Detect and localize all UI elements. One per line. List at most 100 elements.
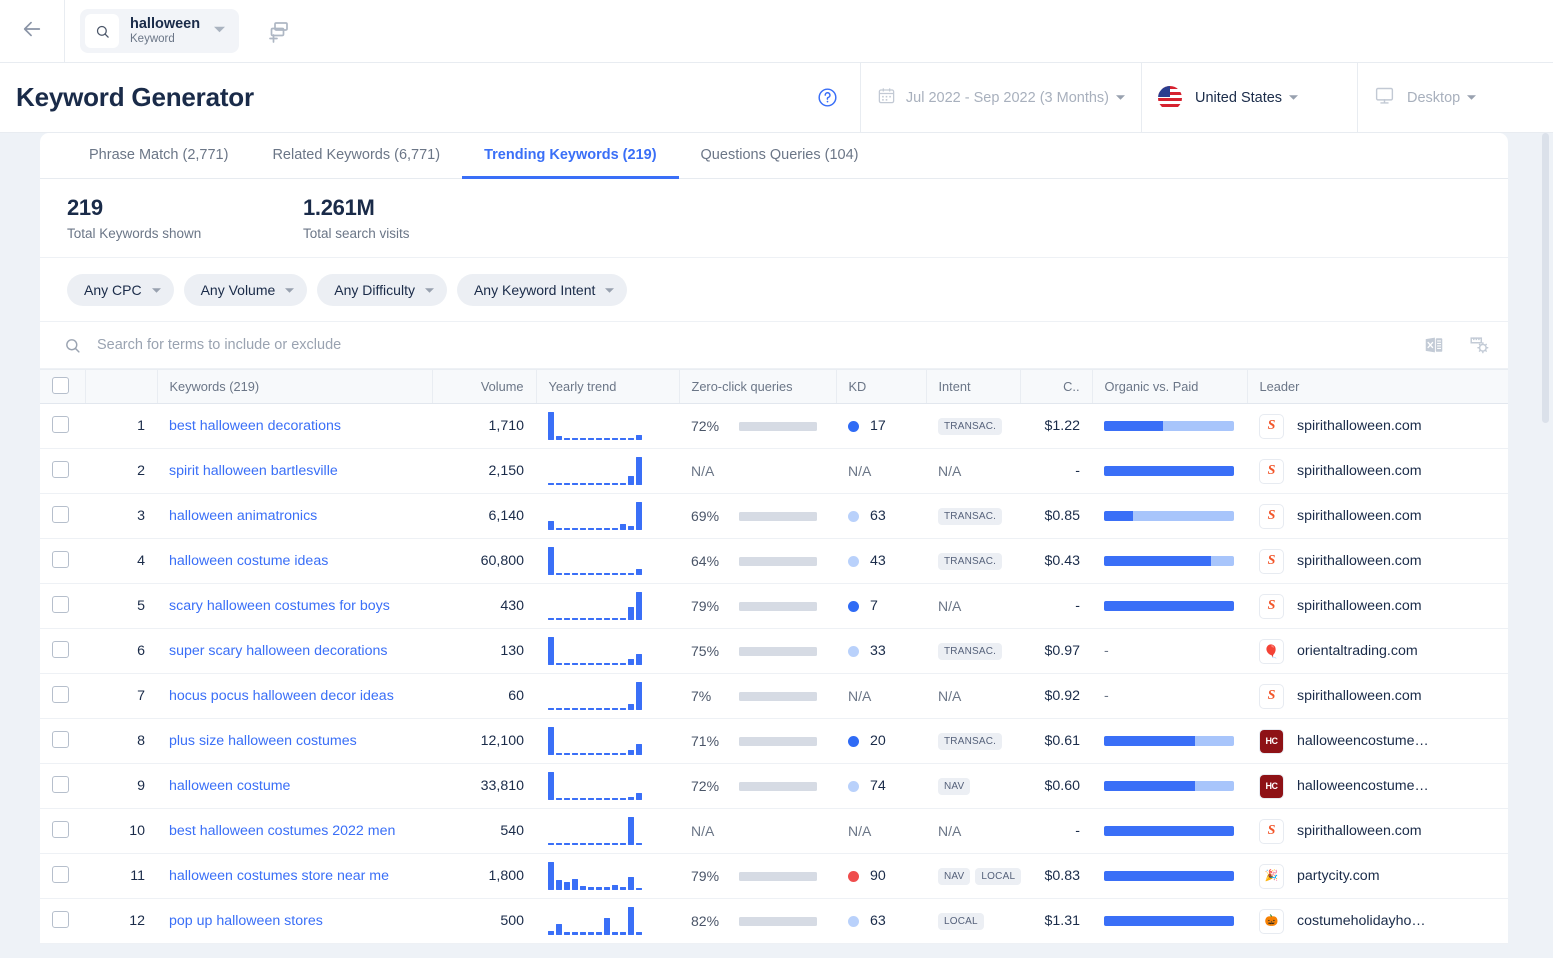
search-input[interactable] xyxy=(97,337,1423,353)
sparkline-bar xyxy=(596,842,602,845)
row-checkbox[interactable] xyxy=(52,865,69,883)
date-range-selector[interactable]: Jul 2022 - Sep 2022 (3 Months) xyxy=(859,62,1141,133)
chevron-down-icon[interactable] xyxy=(1467,90,1477,106)
table-row[interactable]: 4 halloween costume ideas 60,800 64% 43 TRANS… xyxy=(40,538,1508,584)
tab-1[interactable]: Related Keywords (6,771) xyxy=(250,133,462,179)
leader-domain[interactable]: halloweencostume… xyxy=(1297,733,1429,749)
sparkline-bar xyxy=(612,931,618,935)
table-row[interactable]: 9 halloween costume 33,810 72% 74 NAV $0.60 HC h… xyxy=(40,763,1508,809)
table-row[interactable]: 6 super scary halloween decorations 130 75%… xyxy=(40,628,1508,674)
row-index: 10 xyxy=(85,808,157,854)
row-checkbox[interactable] xyxy=(52,910,69,928)
leader-domain[interactable]: spirithalloween.com xyxy=(1297,463,1422,479)
table-row[interactable]: 11 halloween costumes store near me 1,800 7… xyxy=(40,853,1508,899)
table-row[interactable]: 3 halloween animatronics 6,140 69% 63 TRANSAC… xyxy=(40,493,1508,539)
leader-cell: 🎈 orientaltrading.com xyxy=(1247,628,1508,674)
keyword-link[interactable]: best halloween costumes 2022 men xyxy=(169,823,395,839)
organic-paid-cell: - xyxy=(1092,673,1247,719)
organic-paid-header[interactable]: Organic vs. Paid xyxy=(1092,369,1248,404)
leader-domain[interactable]: spirithalloween.com xyxy=(1297,823,1422,839)
keyword-cell: pop up halloween stores xyxy=(157,898,432,944)
table-row[interactable]: 1 best halloween decorations 1,710 72% 17 TRA… xyxy=(40,403,1508,449)
tab-label: Questions Queries (104) xyxy=(700,146,859,163)
column-settings-icon[interactable] xyxy=(1468,334,1490,356)
row-select-cell xyxy=(40,898,85,944)
leader-domain[interactable]: halloweencostume… xyxy=(1297,778,1429,794)
keyword-chip-subtitle: Keyword xyxy=(130,33,175,46)
filter-chip-2[interactable]: Any Difficulty xyxy=(317,273,447,306)
chevron-down-icon xyxy=(151,282,161,298)
keyword-link[interactable]: halloween animatronics xyxy=(169,508,317,524)
keyword-link[interactable]: pop up halloween stores xyxy=(169,913,323,929)
tab-3[interactable]: Questions Queries (104) xyxy=(679,133,881,179)
leader-domain[interactable]: spirithalloween.com xyxy=(1297,508,1422,524)
leader-domain[interactable]: spirithalloween.com xyxy=(1297,688,1422,704)
sparkline-bar xyxy=(636,456,642,485)
kd-cell: 90 xyxy=(836,853,926,899)
keywords-header[interactable]: Keywords (219) xyxy=(157,369,433,404)
sparkline-bar xyxy=(572,878,578,890)
back-button[interactable] xyxy=(0,0,64,63)
row-checkbox[interactable] xyxy=(52,505,69,523)
table-row[interactable]: 12 pop up halloween stores 500 82% 63 LOCAL $1… xyxy=(40,898,1508,944)
add-tab-icon[interactable] xyxy=(261,14,295,48)
cpc-header[interactable]: C.. xyxy=(1020,369,1093,404)
device-selector[interactable]: Desktop xyxy=(1357,62,1553,133)
intent-header[interactable]: Intent xyxy=(926,369,1021,404)
leader-domain[interactable]: partycity.com xyxy=(1297,868,1380,884)
row-checkbox[interactable] xyxy=(52,550,69,568)
filter-chip-0[interactable]: Any CPC xyxy=(67,273,174,306)
filter-chip-1[interactable]: Any Volume xyxy=(183,273,308,306)
leader-domain[interactable]: orientaltrading.com xyxy=(1297,643,1418,659)
tab-0[interactable]: Phrase Match (2,771) xyxy=(67,133,250,179)
yearly-trend-header[interactable]: Yearly trend xyxy=(536,369,680,404)
table-row[interactable]: 2 spirit halloween bartlesville 2,150 N/A N/… xyxy=(40,448,1508,494)
tab-2[interactable]: Trending Keywords (219) xyxy=(462,133,679,179)
row-checkbox[interactable] xyxy=(52,730,69,748)
table-row[interactable]: 5 scary halloween costumes for boys 430 79%… xyxy=(40,583,1508,629)
spirit-halloween-favicon: S xyxy=(1259,548,1284,574)
page-scrollbar[interactable] xyxy=(1542,133,1549,423)
sparkline-bar xyxy=(548,842,554,845)
row-checkbox[interactable] xyxy=(52,775,69,793)
row-checkbox[interactable] xyxy=(52,415,69,433)
leader-domain[interactable]: costumeholidayho… xyxy=(1297,913,1426,929)
kd-header[interactable]: KD xyxy=(836,369,927,404)
volume-header[interactable]: Volume xyxy=(432,369,537,404)
leader-header[interactable]: Leader xyxy=(1247,369,1508,404)
zero-click-header[interactable]: Zero-click queries xyxy=(679,369,837,404)
table-row[interactable]: 10 best halloween costumes 2022 men 540 N/A… xyxy=(40,808,1508,854)
keyword-link[interactable]: spirit halloween bartlesville xyxy=(169,463,338,479)
keyword-link[interactable]: plus size halloween costumes xyxy=(169,733,357,749)
chevron-down-icon[interactable] xyxy=(214,22,226,40)
keyword-selector-chip[interactable]: halloween Keyword xyxy=(80,9,240,53)
chevron-down-icon[interactable] xyxy=(1116,90,1125,106)
sparkline-bar xyxy=(556,707,562,710)
chevron-down-icon[interactable] xyxy=(1289,90,1299,106)
sparkline-bar xyxy=(580,797,586,800)
row-checkbox[interactable] xyxy=(52,820,69,838)
filter-chip-3[interactable]: Any Keyword Intent xyxy=(456,273,628,306)
keyword-link[interactable]: halloween costumes store near me xyxy=(169,868,389,884)
row-checkbox[interactable] xyxy=(52,640,69,658)
organic-paid-cell xyxy=(1092,898,1247,944)
us-flag-icon xyxy=(1158,85,1182,110)
row-checkbox[interactable] xyxy=(52,685,69,703)
leader-domain[interactable]: spirithalloween.com xyxy=(1297,553,1422,569)
keyword-link[interactable]: hocus pocus halloween decor ideas xyxy=(169,688,394,704)
leader-domain[interactable]: spirithalloween.com xyxy=(1297,418,1422,434)
export-excel-icon[interactable] xyxy=(1423,334,1445,356)
leader-domain[interactable]: spirithalloween.com xyxy=(1297,598,1422,614)
help-circle-icon[interactable] xyxy=(796,63,860,133)
table-row[interactable]: 8 plus size halloween costumes 12,100 71% 20… xyxy=(40,718,1508,764)
keyword-link[interactable]: best halloween decorations xyxy=(169,418,341,434)
keyword-link[interactable]: super scary halloween decorations xyxy=(169,643,387,659)
table-row[interactable]: 7 hocus pocus halloween decor ideas 60 7% N/… xyxy=(40,673,1508,719)
keyword-link[interactable]: halloween costume xyxy=(169,778,290,794)
row-checkbox[interactable] xyxy=(52,595,69,613)
keyword-link[interactable]: halloween costume ideas xyxy=(169,553,328,569)
row-checkbox[interactable] xyxy=(52,460,69,478)
select-all-checkbox[interactable] xyxy=(52,376,69,394)
country-selector[interactable]: United States xyxy=(1141,62,1357,133)
keyword-link[interactable]: scary halloween costumes for boys xyxy=(169,598,390,614)
